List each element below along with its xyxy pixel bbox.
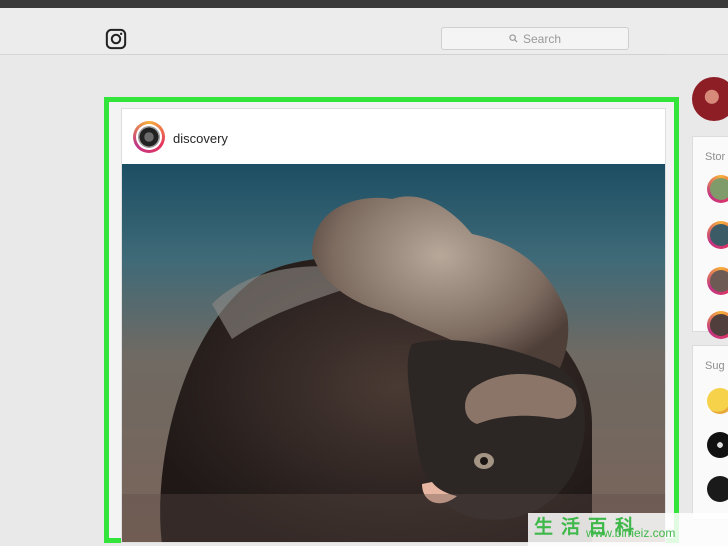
post-username[interactable]: discovery [173, 131, 228, 146]
story-avatar[interactable] [707, 221, 728, 249]
top-nav: Search [0, 8, 728, 55]
suggestion-avatar[interactable] [707, 432, 728, 458]
post-author-avatar[interactable] [133, 121, 165, 153]
watermark-url: www.bimeiz.com [586, 526, 676, 540]
suggestions-panel: Sug [692, 345, 728, 520]
header-divider [120, 54, 666, 55]
stories-panel: Stor [692, 136, 728, 339]
profile-avatar[interactable] [692, 77, 728, 121]
story-avatar[interactable] [707, 267, 728, 295]
search-input[interactable]: Search [441, 27, 629, 50]
feed-post: discovery [121, 108, 666, 543]
window-top-bar [0, 0, 728, 8]
post-header: discovery [122, 109, 665, 164]
story-avatar[interactable] [707, 175, 728, 203]
watermark: 生活百科 www.bimeiz.com [528, 513, 728, 546]
right-sidebar: Stor Sug [692, 0, 728, 546]
instagram-icon[interactable] [105, 28, 127, 50]
post-photo[interactable] [122, 164, 666, 543]
stories-label: Stor [705, 151, 726, 163]
suggestions-label: Sug [705, 360, 725, 372]
search-placeholder: Search [522, 31, 562, 46]
suggestion-avatar[interactable] [707, 388, 728, 414]
story-avatar[interactable] [707, 311, 728, 339]
suggestion-avatar[interactable] [707, 476, 728, 502]
search-icon [509, 34, 518, 43]
